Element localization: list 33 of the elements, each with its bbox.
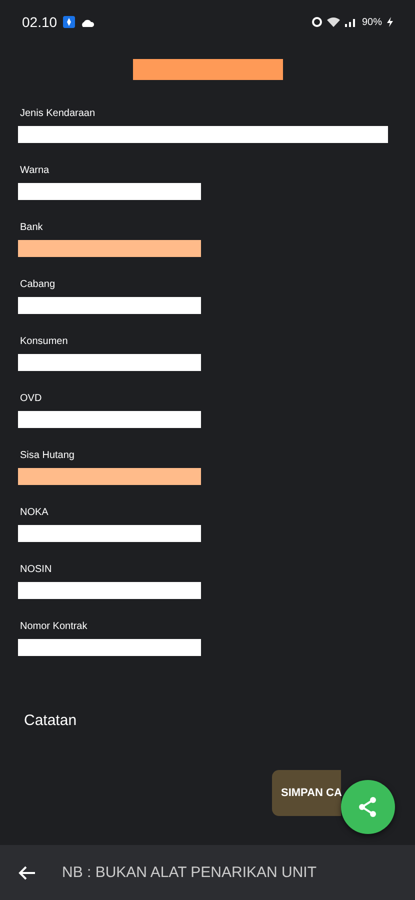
wifi-icon: [326, 17, 340, 27]
input-field[interactable]: [18, 411, 201, 428]
share-button[interactable]: [341, 780, 395, 834]
input-field[interactable]: [18, 468, 201, 485]
input-field[interactable]: [18, 126, 388, 143]
alarm-icon: [312, 17, 322, 27]
input-field[interactable]: [18, 582, 201, 599]
input-field[interactable]: [18, 297, 201, 314]
field-label: Cabang: [19, 278, 56, 292]
field-label: Jenis Kendaraan: [19, 107, 96, 121]
field-label: Warna: [19, 164, 50, 178]
field-label: Nomor Kontrak: [19, 620, 88, 634]
signal-icon: [344, 17, 357, 27]
share-icon: [357, 796, 379, 818]
save-button[interactable]: SIMPAN CA: [272, 770, 341, 816]
charging-icon: [387, 17, 393, 27]
app-icon: [63, 16, 76, 28]
status-time: 02.10: [22, 14, 58, 30]
input-field[interactable]: [18, 240, 201, 257]
field-label: Bank: [19, 221, 44, 235]
battery-level: 90%: [362, 16, 382, 28]
field-label: NOKA: [19, 506, 50, 520]
input-field[interactable]: [18, 639, 201, 656]
field-label: NOSIN: [19, 563, 53, 577]
field-label: OVD: [19, 392, 43, 406]
input-field[interactable]: [18, 525, 201, 542]
notes-label: Catatan: [24, 712, 77, 729]
input-field[interactable]: [18, 354, 201, 371]
field-label: Sisa Hutang: [19, 449, 76, 463]
notice-text: NB : BUKAN ALAT PENARIKAN UNIT: [62, 864, 317, 881]
cloud-icon: [81, 18, 94, 26]
field-label: Konsumen: [19, 335, 69, 349]
input-field[interactable]: [18, 183, 201, 200]
